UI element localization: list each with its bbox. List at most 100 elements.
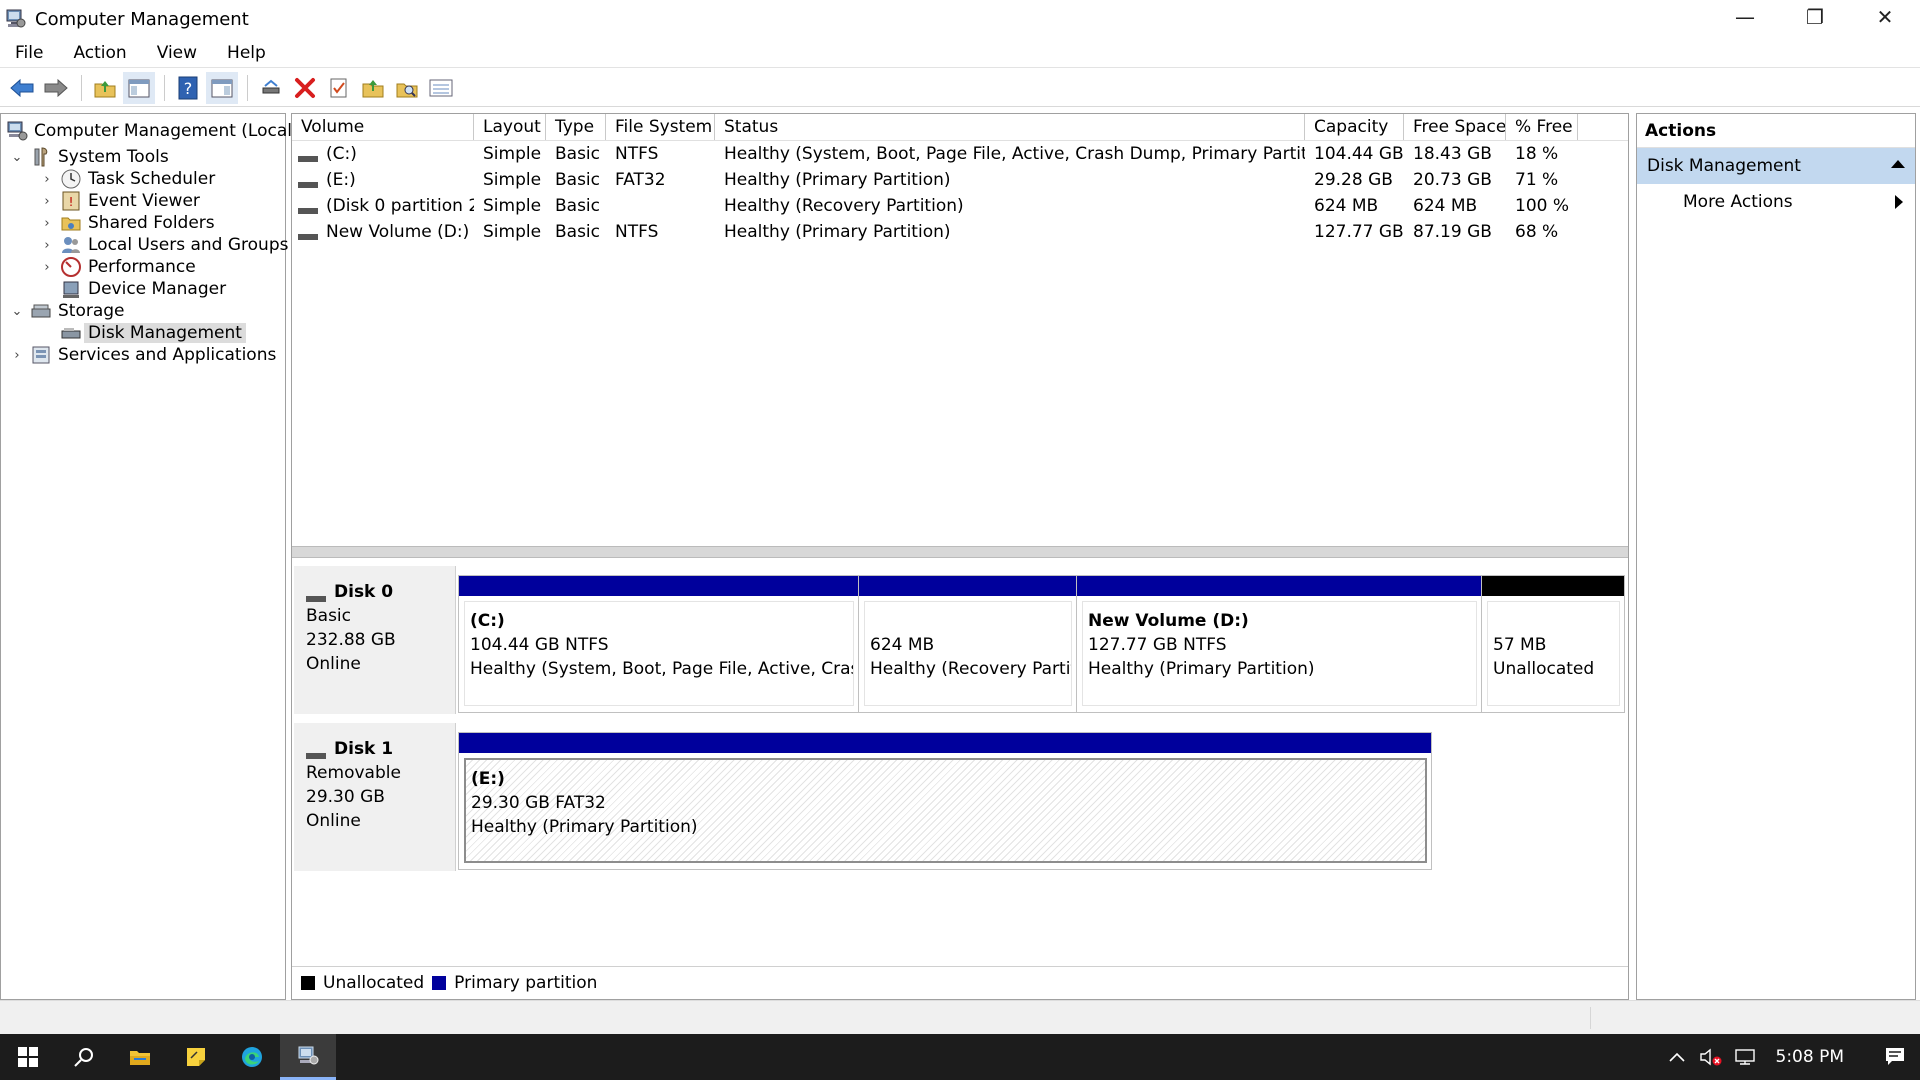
- volume-list-header: Volume Layout Type File System Status Ca…: [292, 114, 1628, 141]
- table-row[interactable]: New Volume (D:) Simple Basic NTFS Health…: [292, 219, 1628, 245]
- minimize-button[interactable]: —: [1710, 0, 1780, 34]
- primary-partition-bar: [459, 576, 858, 596]
- delete-button[interactable]: [289, 72, 321, 104]
- menu-action[interactable]: Action: [58, 43, 141, 63]
- disk-1-partitions: (E:) 29.30 GB FAT32 Healthy (Primary Par…: [458, 732, 1432, 870]
- performance-icon: [59, 256, 83, 278]
- tree-item-computer-management[interactable]: Computer Management (Local): [5, 118, 299, 144]
- free-space-cell: 18.43 GB: [1413, 144, 1492, 164]
- table-row[interactable]: (C:) Simple Basic NTFS Healthy (System, …: [292, 141, 1628, 167]
- details-view-button[interactable]: [425, 72, 457, 104]
- pane-splitter[interactable]: [292, 546, 1628, 558]
- chevron-right-icon[interactable]: ›: [39, 260, 55, 275]
- connect-drive-button[interactable]: [255, 72, 287, 104]
- type-cell: Basic: [555, 144, 601, 164]
- partition-d[interactable]: New Volume (D:) 127.77 GB NTFS Healthy (…: [1077, 576, 1482, 712]
- column-header-layout[interactable]: Layout: [474, 114, 546, 140]
- percent-free-cell: 100 %: [1515, 196, 1570, 216]
- taskbar: 5:08 PM: [0, 1034, 1920, 1080]
- chevron-right-icon[interactable]: ›: [39, 194, 55, 209]
- disk-0-label[interactable]: Disk 0 Basic 232.88 GB Online: [294, 566, 456, 714]
- start-button[interactable]: [0, 1034, 56, 1080]
- chevron-down-icon[interactable]: ⌄: [9, 304, 25, 319]
- window-title: Computer Management: [35, 8, 249, 30]
- partition-c[interactable]: (C:) 104.44 GB NTFS Healthy (System, Boo…: [459, 576, 859, 712]
- back-button[interactable]: [6, 72, 38, 104]
- capacity-cell: 29.28 GB: [1314, 170, 1393, 190]
- column-header-free-space[interactable]: Free Space: [1404, 114, 1506, 140]
- partition-e[interactable]: (E:) 29.30 GB FAT32 Healthy (Primary Par…: [459, 733, 1431, 869]
- restore-icon: ❐: [1806, 5, 1824, 29]
- volume-name: (C:): [326, 144, 357, 164]
- title-bar: Computer Management — ❐ ✕: [0, 0, 1920, 38]
- chevron-right-icon[interactable]: ›: [39, 172, 55, 187]
- chevron-down-icon[interactable]: ⌄: [9, 150, 25, 165]
- forward-button[interactable]: [40, 72, 72, 104]
- menu-view[interactable]: View: [142, 43, 212, 63]
- export-list-button[interactable]: [357, 72, 389, 104]
- volume-cell: (E:): [292, 170, 474, 190]
- action-center-button[interactable]: [1870, 1034, 1920, 1080]
- network-button[interactable]: [1728, 1034, 1762, 1080]
- collapse-triangle-icon[interactable]: [1891, 160, 1905, 168]
- disk-drive-icon: [306, 744, 326, 759]
- partition-recovery[interactable]: 624 MB Healthy (Recovery Partiti: [859, 576, 1077, 712]
- column-header-percent-free[interactable]: % Free: [1506, 114, 1578, 140]
- back-arrow-icon: [10, 78, 34, 97]
- show-hide-console-tree-button[interactable]: [123, 71, 155, 104]
- partition-size: 624 MB: [870, 635, 935, 655]
- computer-management-taskbar-button[interactable]: [280, 1034, 336, 1080]
- search-folder-button[interactable]: [391, 72, 423, 104]
- clock[interactable]: 5:08 PM: [1776, 1047, 1845, 1067]
- disk-connect-icon: [262, 79, 280, 93]
- legend-item-primary: Primary partition: [432, 973, 597, 993]
- file-explorer-button[interactable]: [112, 1034, 168, 1080]
- edge-browser-button[interactable]: [224, 1034, 280, 1080]
- file-system-cell: NTFS: [615, 222, 659, 242]
- close-button[interactable]: ✕: [1850, 0, 1920, 34]
- chevron-right-icon[interactable]: ›: [9, 348, 25, 363]
- help-icon: ?: [178, 76, 198, 99]
- event-viewer-icon: !: [59, 190, 83, 212]
- column-header-type[interactable]: Type: [546, 114, 606, 140]
- folder-export-icon: [362, 79, 384, 97]
- menu-help[interactable]: Help: [212, 43, 281, 63]
- volume-cell: New Volume (D:): [292, 222, 474, 242]
- toolbar-separator: [164, 74, 165, 101]
- disk-state: Online: [306, 811, 361, 831]
- table-row[interactable]: (E:) Simple Basic FAT32 Healthy (Primary…: [292, 167, 1628, 193]
- show-hide-action-pane-button[interactable]: [206, 71, 238, 104]
- column-header-capacity[interactable]: Capacity: [1305, 114, 1404, 140]
- up-one-level-button[interactable]: [89, 72, 121, 104]
- volume-name: New Volume (D:): [326, 222, 470, 242]
- actions-section-disk-management[interactable]: Disk Management: [1637, 148, 1915, 184]
- restore-button[interactable]: ❐: [1780, 0, 1850, 34]
- partition-body: 624 MB Healthy (Recovery Partiti: [864, 601, 1072, 706]
- partition-unallocated[interactable]: 57 MB Unallocated: [1482, 576, 1624, 712]
- table-row[interactable]: (Disk 0 partition 2) Simple Basic Health…: [292, 193, 1628, 219]
- more-actions-item[interactable]: More Actions: [1637, 184, 1915, 220]
- column-header-file-system[interactable]: File System: [606, 114, 715, 140]
- file-system-cell: NTFS: [615, 144, 659, 164]
- type-cell: Basic: [555, 196, 601, 216]
- search-button[interactable]: [56, 1034, 112, 1080]
- disk-1-label[interactable]: Disk 1 Removable 29.30 GB Online: [294, 723, 456, 871]
- svg-text:!: !: [69, 195, 74, 209]
- legend-item-unallocated: Unallocated: [301, 973, 424, 993]
- sticky-notes-button[interactable]: [168, 1034, 224, 1080]
- unallocated-swatch: [301, 976, 315, 990]
- column-header-volume[interactable]: Volume: [292, 114, 474, 140]
- help-button[interactable]: ?: [172, 72, 204, 104]
- column-header-status[interactable]: Status: [715, 114, 1305, 140]
- disk-0-partitions: (C:) 104.44 GB NTFS Healthy (System, Boo…: [458, 575, 1625, 713]
- volume-button[interactable]: [1694, 1034, 1728, 1080]
- menu-file[interactable]: File: [0, 43, 58, 63]
- tree-item-services-and-applications[interactable]: › Services and Applications: [9, 342, 276, 368]
- chevron-right-icon[interactable]: ›: [39, 238, 55, 253]
- partition-size: 29.30 GB FAT32: [471, 793, 606, 813]
- disk-type: Removable: [306, 763, 401, 783]
- windows-logo-icon: [18, 1047, 38, 1067]
- show-hidden-icons-button[interactable]: [1660, 1034, 1694, 1080]
- properties-button[interactable]: [323, 72, 355, 104]
- chevron-right-icon[interactable]: ›: [39, 216, 55, 231]
